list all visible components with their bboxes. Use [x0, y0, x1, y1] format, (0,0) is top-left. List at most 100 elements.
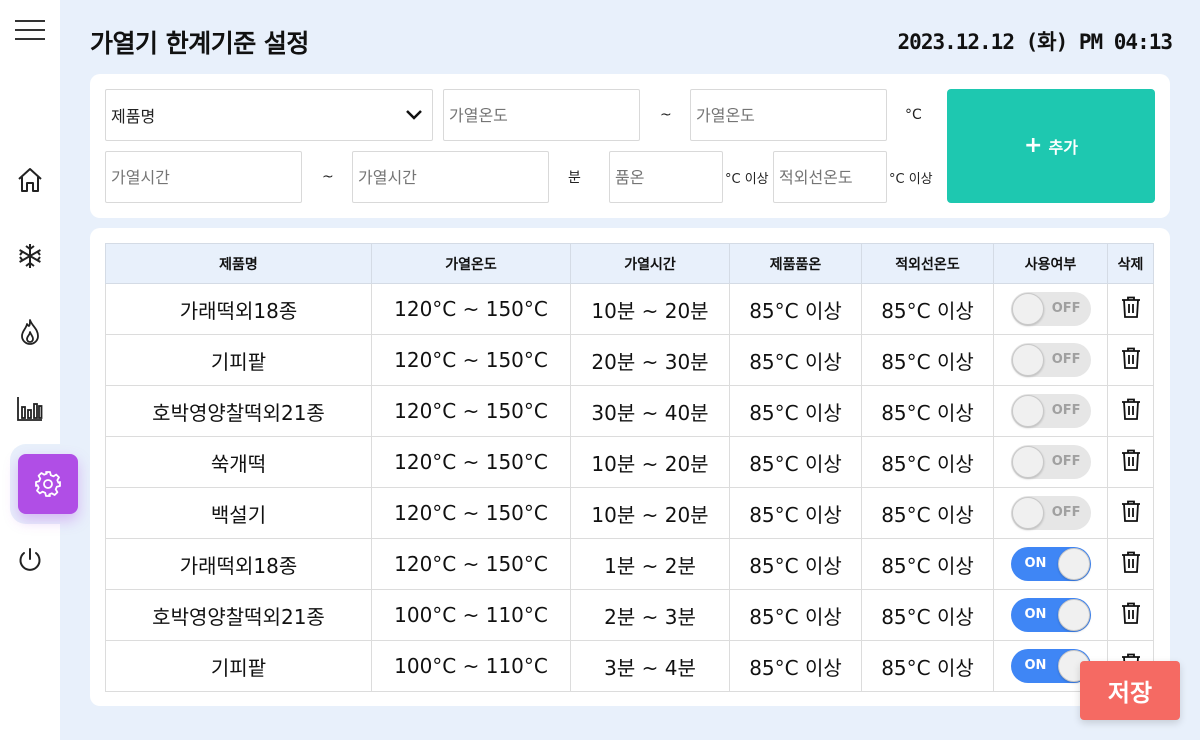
cell-delete	[1107, 538, 1154, 590]
cell-delete	[1107, 487, 1154, 539]
cell-product-name: 호박영양찰떡외21종	[105, 589, 372, 641]
save-button[interactable]: 저장	[1080, 661, 1180, 720]
cell-heat-temp: 120°C ~ 150°C	[371, 436, 571, 488]
add-button-label: 추가	[1048, 138, 1078, 157]
cell-ir-temp: 85°C 이상	[861, 283, 994, 335]
add-form-panel: 제품명 ~ °C ~ 분 °C 이상 °C 이상 + 추가	[90, 74, 1170, 218]
trash-icon	[1121, 449, 1140, 471]
sidebar-item-heater[interactable]	[0, 307, 60, 357]
table-row: 백설기 120°C ~ 150°C 10분 ~ 20분 85°C 이상 85°C 이상 O…	[105, 487, 1154, 539]
delete-button[interactable]	[1121, 296, 1141, 323]
cell-heat-time: 30분 ~ 40분	[570, 385, 730, 437]
cell-heat-time: 10분 ~ 20분	[570, 487, 730, 539]
sidebar-item-statistics[interactable]	[0, 383, 60, 433]
cell-product-temp: 85°C 이상	[729, 385, 862, 437]
table-row: 쑥개떡 120°C ~ 150°C 10분 ~ 20분 85°C 이상 85°C 이상 O…	[105, 436, 1154, 488]
page-title: 가열기 한계기준 설정	[90, 29, 309, 58]
product-select[interactable]: 제품명	[105, 89, 433, 141]
use-toggle[interactable]: OFF	[1010, 343, 1091, 377]
delete-button[interactable]	[1121, 500, 1141, 527]
cell-use: OFF	[993, 283, 1108, 335]
menu-button[interactable]	[0, 5, 60, 55]
delete-button[interactable]	[1121, 449, 1141, 476]
heat-time-max-input[interactable]	[352, 151, 549, 203]
table-row: 기피팥 100°C ~ 110°C 3분 ~ 4분 85°C 이상 85°C 이상 ON	[105, 640, 1154, 692]
toggle-knob	[1011, 395, 1044, 427]
sidebar-item-settings[interactable]	[18, 454, 78, 514]
use-toggle[interactable]: OFF	[1010, 496, 1091, 530]
heat-temp-unit: °C	[905, 107, 922, 123]
toggle-label: ON	[1024, 607, 1047, 622]
delete-button[interactable]	[1121, 347, 1141, 374]
toggle-knob	[1011, 344, 1044, 376]
column-header-product-name: 제품명	[105, 243, 372, 284]
cell-delete	[1107, 436, 1154, 488]
add-button[interactable]: + 추가	[947, 89, 1155, 203]
cell-heat-time: 20분 ~ 30분	[570, 334, 730, 386]
use-toggle[interactable]: OFF	[1010, 292, 1091, 326]
column-header-heat-temp: 가열온도	[371, 243, 571, 284]
trash-icon	[1121, 347, 1140, 369]
cell-heat-time: 10분 ~ 20분	[570, 436, 730, 488]
cell-product-name: 기피팥	[105, 334, 372, 386]
home-icon	[18, 168, 42, 192]
gear-icon	[35, 471, 61, 497]
cell-heat-time: 1분 ~ 2분	[570, 538, 730, 590]
cell-product-temp: 85°C 이상	[729, 334, 862, 386]
trash-icon	[1121, 296, 1140, 318]
plus-icon: +	[1024, 133, 1043, 158]
flame-icon	[21, 319, 39, 345]
cell-heat-temp: 100°C ~ 110°C	[371, 640, 571, 692]
cell-product-name: 쑥개떡	[105, 436, 372, 488]
cell-product-temp: 85°C 이상	[729, 283, 862, 335]
toggle-knob	[1011, 446, 1044, 478]
cell-delete	[1107, 385, 1154, 437]
cell-delete	[1107, 283, 1154, 335]
product-temp-input[interactable]	[609, 151, 723, 203]
ir-temp-input[interactable]	[773, 151, 887, 203]
criteria-table-panel: 제품명 가열온도 가열시간 제품품온 적외선온도 사용여부 삭제 가래떡외18종…	[90, 228, 1170, 706]
cell-product-name: 호박영양찰떡외21종	[105, 385, 372, 437]
bar-chart-icon	[17, 397, 43, 421]
cell-heat-temp: 120°C ~ 150°C	[371, 487, 571, 539]
datetime-display: 2023.12.12 (화) PM 04:13	[897, 30, 1173, 54]
sidebar-item-power[interactable]	[0, 535, 60, 585]
use-toggle[interactable]: ON	[1010, 598, 1091, 632]
cell-use: ON	[993, 538, 1108, 590]
cell-heat-temp: 100°C ~ 110°C	[371, 589, 571, 641]
chevron-down-icon	[406, 110, 422, 120]
use-toggle[interactable]: OFF	[1010, 445, 1091, 479]
table-row: 호박영양찰떡외21종 100°C ~ 110°C 2분 ~ 3분 85°C 이상 85°…	[105, 589, 1154, 641]
toggle-label: OFF	[1051, 505, 1081, 520]
heat-temp-min-input[interactable]	[443, 89, 640, 141]
use-toggle[interactable]: ON	[1010, 547, 1091, 581]
heat-temp-max-input[interactable]	[690, 89, 887, 141]
cell-use: OFF	[993, 487, 1108, 539]
use-toggle[interactable]: OFF	[1010, 394, 1091, 428]
delete-button[interactable]	[1121, 551, 1141, 578]
cell-product-temp: 85°C 이상	[729, 640, 862, 692]
cell-use: OFF	[993, 334, 1108, 386]
cell-ir-temp: 85°C 이상	[861, 487, 994, 539]
delete-button[interactable]	[1121, 398, 1141, 425]
product-temp-unit: °C 이상	[725, 171, 769, 187]
heat-time-unit: 분	[568, 170, 581, 186]
toggle-label: OFF	[1051, 352, 1081, 367]
cell-delete	[1107, 334, 1154, 386]
toggle-label: ON	[1024, 556, 1047, 571]
table-row: 기피팥 120°C ~ 150°C 20분 ~ 30분 85°C 이상 85°C 이상 O…	[105, 334, 1154, 386]
cell-use: OFF	[993, 436, 1108, 488]
delete-button[interactable]	[1121, 602, 1141, 629]
cell-heat-time: 2분 ~ 3분	[570, 589, 730, 641]
column-header-delete: 삭제	[1107, 243, 1154, 284]
toggle-knob	[1057, 548, 1090, 580]
cell-heat-temp: 120°C ~ 150°C	[371, 283, 571, 335]
cell-ir-temp: 85°C 이상	[861, 436, 994, 488]
use-toggle[interactable]: ON	[1010, 649, 1091, 683]
heat-time-min-input[interactable]	[105, 151, 302, 203]
power-icon	[19, 548, 41, 571]
sidebar-item-freezer[interactable]	[0, 231, 60, 281]
criteria-table: 제품명 가열온도 가열시간 제품품온 적외선온도 사용여부 삭제 가래떡외18종…	[105, 243, 1154, 692]
cell-ir-temp: 85°C 이상	[861, 538, 994, 590]
sidebar-item-home[interactable]	[0, 155, 60, 205]
